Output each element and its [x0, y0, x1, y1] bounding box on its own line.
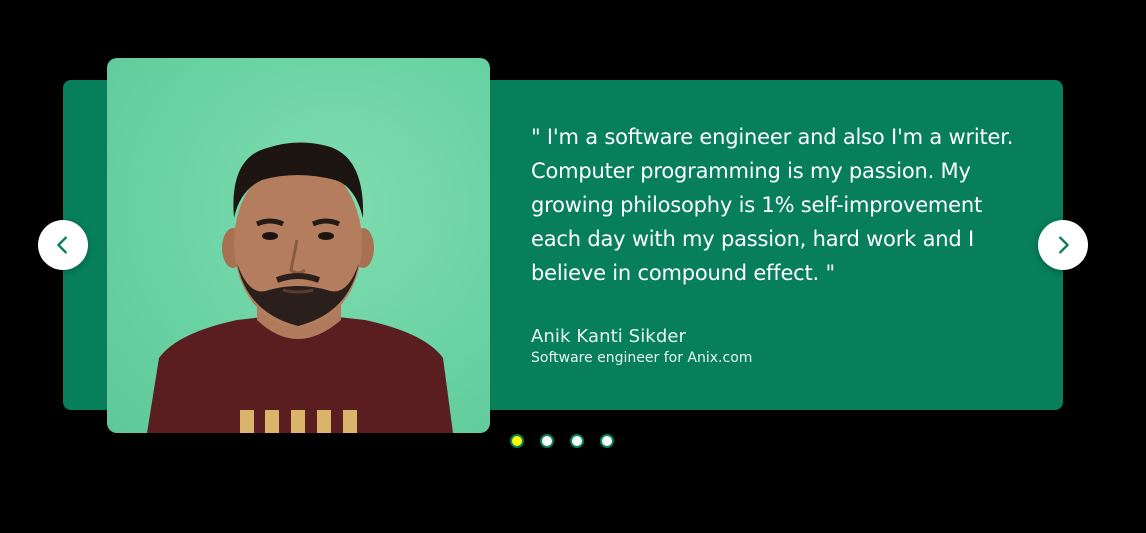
- author-name: Anik Kanti Sikder: [531, 326, 687, 347]
- chevron-left-icon: [57, 236, 67, 254]
- pagination-dot-2[interactable]: [540, 434, 554, 448]
- author-photo: [107, 58, 490, 433]
- testimonial-quote: " I'm a software engineer and also I'm a…: [531, 125, 1014, 285]
- testimonial-slider: " I'm a software engineer and also I'm a…: [0, 0, 1146, 533]
- pagination-dot-4[interactable]: [600, 434, 614, 448]
- pagination-dot-3[interactable]: [570, 434, 584, 448]
- next-slide-button[interactable]: [1038, 220, 1088, 270]
- person-portrait-icon: [147, 142, 453, 433]
- previous-slide-button[interactable]: [38, 220, 88, 270]
- author-role: Software engineer for Anix.com: [531, 350, 753, 366]
- pagination-dot-1[interactable]: [510, 434, 524, 448]
- chevron-right-icon: [1059, 236, 1069, 254]
- slide-pagination: [510, 434, 614, 448]
